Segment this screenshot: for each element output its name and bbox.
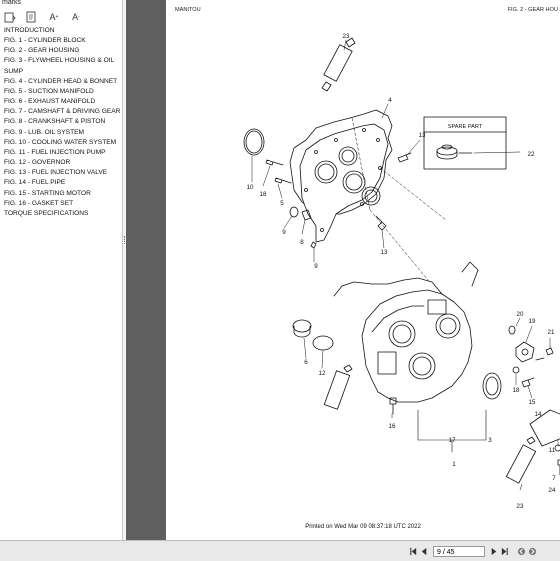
callout-6: 6: [304, 359, 308, 366]
bookmark-fig-13[interactable]: FIG. 13 - FUEL INJECTION VALVE: [4, 168, 120, 178]
bookmark-fig-11[interactable]: FIG. 11 - FUEL INJECTION PUMP: [4, 148, 120, 158]
previous-page-icon: [421, 547, 427, 555]
bookmark-list: INTRODUCTION FIG. 1 - CYLINDER BLOCK FIG…: [4, 26, 120, 219]
previous-view-icon: [517, 547, 526, 555]
bookmark-fig-3[interactable]: FIG. 3 - FLYWHEEL HOUSING & OIL SUMP: [4, 56, 120, 76]
last-page-button[interactable]: [499, 545, 510, 557]
bookmark-fig-15[interactable]: FIG. 15 - STARTING MOTOR: [4, 189, 120, 199]
bookmark-fig-10[interactable]: FIG. 10 - COOLING WATER SYSTEM: [4, 138, 120, 148]
bookmark-fig-6[interactable]: FIG. 6 - EXHAUST MANIFOLD: [4, 97, 120, 107]
callout-13-top: 13: [419, 132, 426, 139]
page-navigation: 9 / 45: [408, 544, 538, 558]
first-page-icon: [410, 547, 417, 555]
bookmark-options-icon[interactable]: [4, 11, 16, 23]
bookmark-fig-9[interactable]: FIG. 9 - LUB. OIL SYSTEM: [4, 128, 120, 138]
callout-10: 10: [247, 184, 254, 191]
document-viewer[interactable]: MANITOU FIG. 2 - GEAR HOU 23 4 13 10 18 …: [126, 0, 560, 540]
spare-part-title: SPARE PART: [448, 124, 483, 130]
callout-15: 15: [529, 399, 536, 406]
bookmark-fig-2[interactable]: FIG. 2 - GEAR HOUSING: [4, 46, 120, 56]
previous-page-button[interactable]: [419, 545, 430, 557]
expand-bookmark-icon[interactable]: [26, 11, 38, 23]
bookmark-fig-5[interactable]: FIG. 5 - SUCTION MANIFOLD: [4, 87, 120, 97]
callout-19: 19: [529, 318, 536, 325]
last-page-icon: [501, 547, 508, 555]
callout-24: 24: [549, 487, 556, 494]
page-footer: Printed on Wed Mar 09 08:37:18 UTC 2022: [305, 524, 421, 530]
next-page-button[interactable]: [488, 545, 499, 557]
callout-13-mid: 13: [381, 249, 388, 256]
bookmark-fig-1[interactable]: FIG. 1 - CYLINDER BLOCK: [4, 36, 120, 46]
bookmark-introduction[interactable]: INTRODUCTION: [4, 26, 120, 36]
callout-9-lower: 9: [314, 263, 318, 270]
callout-23-bottom: 23: [517, 503, 524, 510]
callout-21: 21: [548, 329, 555, 336]
callout-18-lower: 18: [513, 387, 520, 394]
viewer-toolbar: 9 / 45: [0, 540, 560, 561]
text-size-increase-icon[interactable]: A +: [48, 11, 60, 23]
callout-9-upper: 9: [282, 229, 286, 236]
bookmark-fig-4[interactable]: FIG. 4 - CYLINDER HEAD & BONNET: [4, 77, 120, 87]
document-page: MANITOU FIG. 2 - GEAR HOU 23 4 13 10 18 …: [166, 0, 560, 540]
callout-16: 16: [389, 423, 396, 430]
callout-22: 22: [528, 151, 535, 158]
callout-4: 4: [388, 97, 392, 104]
next-view-icon: [528, 547, 537, 555]
bookmark-fig-8[interactable]: FIG. 8 - CRANKSHAFT & PISTON: [4, 117, 120, 127]
bookmarks-panel: marks A + A- INTRODUCTION FIG. 1 - CYLIND…: [0, 0, 123, 560]
callout-11: 11: [549, 447, 556, 454]
bookmark-fig-14[interactable]: FIG. 14 - FUEL PIPE: [4, 178, 120, 188]
callout-7: 7: [552, 475, 556, 482]
previous-view-button[interactable]: [516, 545, 527, 557]
next-view-button[interactable]: [527, 545, 538, 557]
callout-1: 1: [452, 461, 456, 468]
sealant-tube-top: [321, 37, 356, 92]
callout-23-top: 23: [343, 33, 350, 40]
bookmark-fig-7[interactable]: FIG. 7 - CAMSHAFT & DRIVING GEAR: [4, 107, 120, 117]
bookmarks-toolbar: A + A-: [4, 10, 82, 24]
callout-8: 8: [300, 239, 304, 246]
bookmark-torque-specs[interactable]: TORQUE SPECIFICATIONS: [4, 209, 120, 219]
parts-diagram: 23 4 13 10 18 5 9 8 9 13 22 20 19 21 6 1…: [243, 33, 560, 510]
first-page-button[interactable]: [408, 545, 419, 557]
callout-14: 14: [535, 411, 542, 418]
bookmarks-panel-title: marks: [2, 0, 22, 6]
page-number-field[interactable]: 9 / 45: [433, 545, 485, 557]
text-size-decrease-icon[interactable]: A-: [70, 11, 82, 23]
callout-12: 12: [319, 370, 326, 377]
callout-18-top: 18: [260, 191, 267, 198]
bookmark-fig-12[interactable]: FIG. 12 - GOVERNOR: [4, 158, 120, 168]
callout-20: 20: [517, 311, 524, 318]
bookmark-fig-16[interactable]: FIG. 16 - GASKET SET: [4, 199, 120, 209]
callout-3: 3: [488, 437, 492, 444]
callout-5: 5: [280, 200, 284, 207]
next-page-icon: [491, 547, 497, 555]
callout-17: 17: [449, 437, 456, 444]
